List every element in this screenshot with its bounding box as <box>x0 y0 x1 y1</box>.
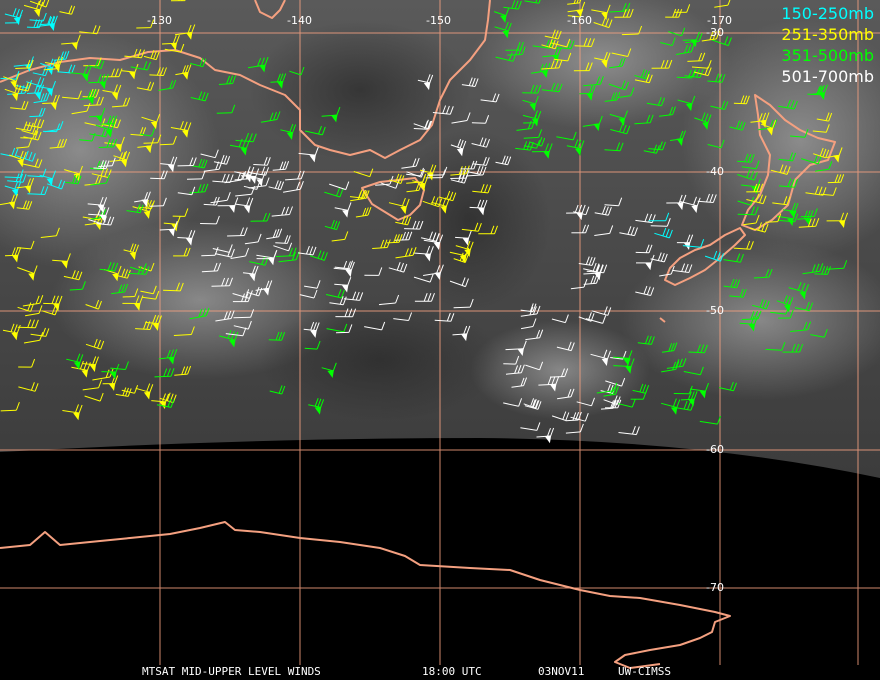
lat-label-70: -70 <box>706 581 724 594</box>
legend-entry-501-700: 501-700mb <box>781 67 874 86</box>
satellite-wind-map: -130 -140 -150 -160 -170 -30 -40 -50 -60… <box>0 0 880 680</box>
caption-date: 03NOV11 <box>538 665 585 678</box>
satellite-image <box>0 0 880 669</box>
lon-label-130: -130 <box>147 14 172 27</box>
caption-source: UW-CIMSS <box>618 665 671 678</box>
lon-label-140: -140 <box>287 14 312 27</box>
caption-bar: MTSAT MID-UPPER LEVEL WINDS 18:00 UTC 03… <box>0 666 880 678</box>
lon-label-160: -160 <box>567 14 592 27</box>
legend-entry-251-350: 251-350mb <box>781 25 874 44</box>
lon-label-170: -170 <box>707 14 732 27</box>
legend-entry-150-250: 150-250mb <box>781 4 874 23</box>
legend-entry-351-500: 351-500mb <box>781 46 874 65</box>
caption-time: 18:00 UTC <box>422 665 482 678</box>
antarctica-coast <box>0 521 731 669</box>
lat-label-60: -60 <box>706 443 724 456</box>
lat-label-40: -40 <box>706 165 724 178</box>
pressure-legend: 150-250mb 251-350mb 351-500mb 501-700mb <box>781 3 874 87</box>
lat-label-30: -30 <box>706 26 724 39</box>
lon-label-150: -150 <box>426 14 451 27</box>
caption-product: MTSAT MID-UPPER LEVEL WINDS <box>142 665 321 678</box>
lat-label-50: -50 <box>706 304 724 317</box>
